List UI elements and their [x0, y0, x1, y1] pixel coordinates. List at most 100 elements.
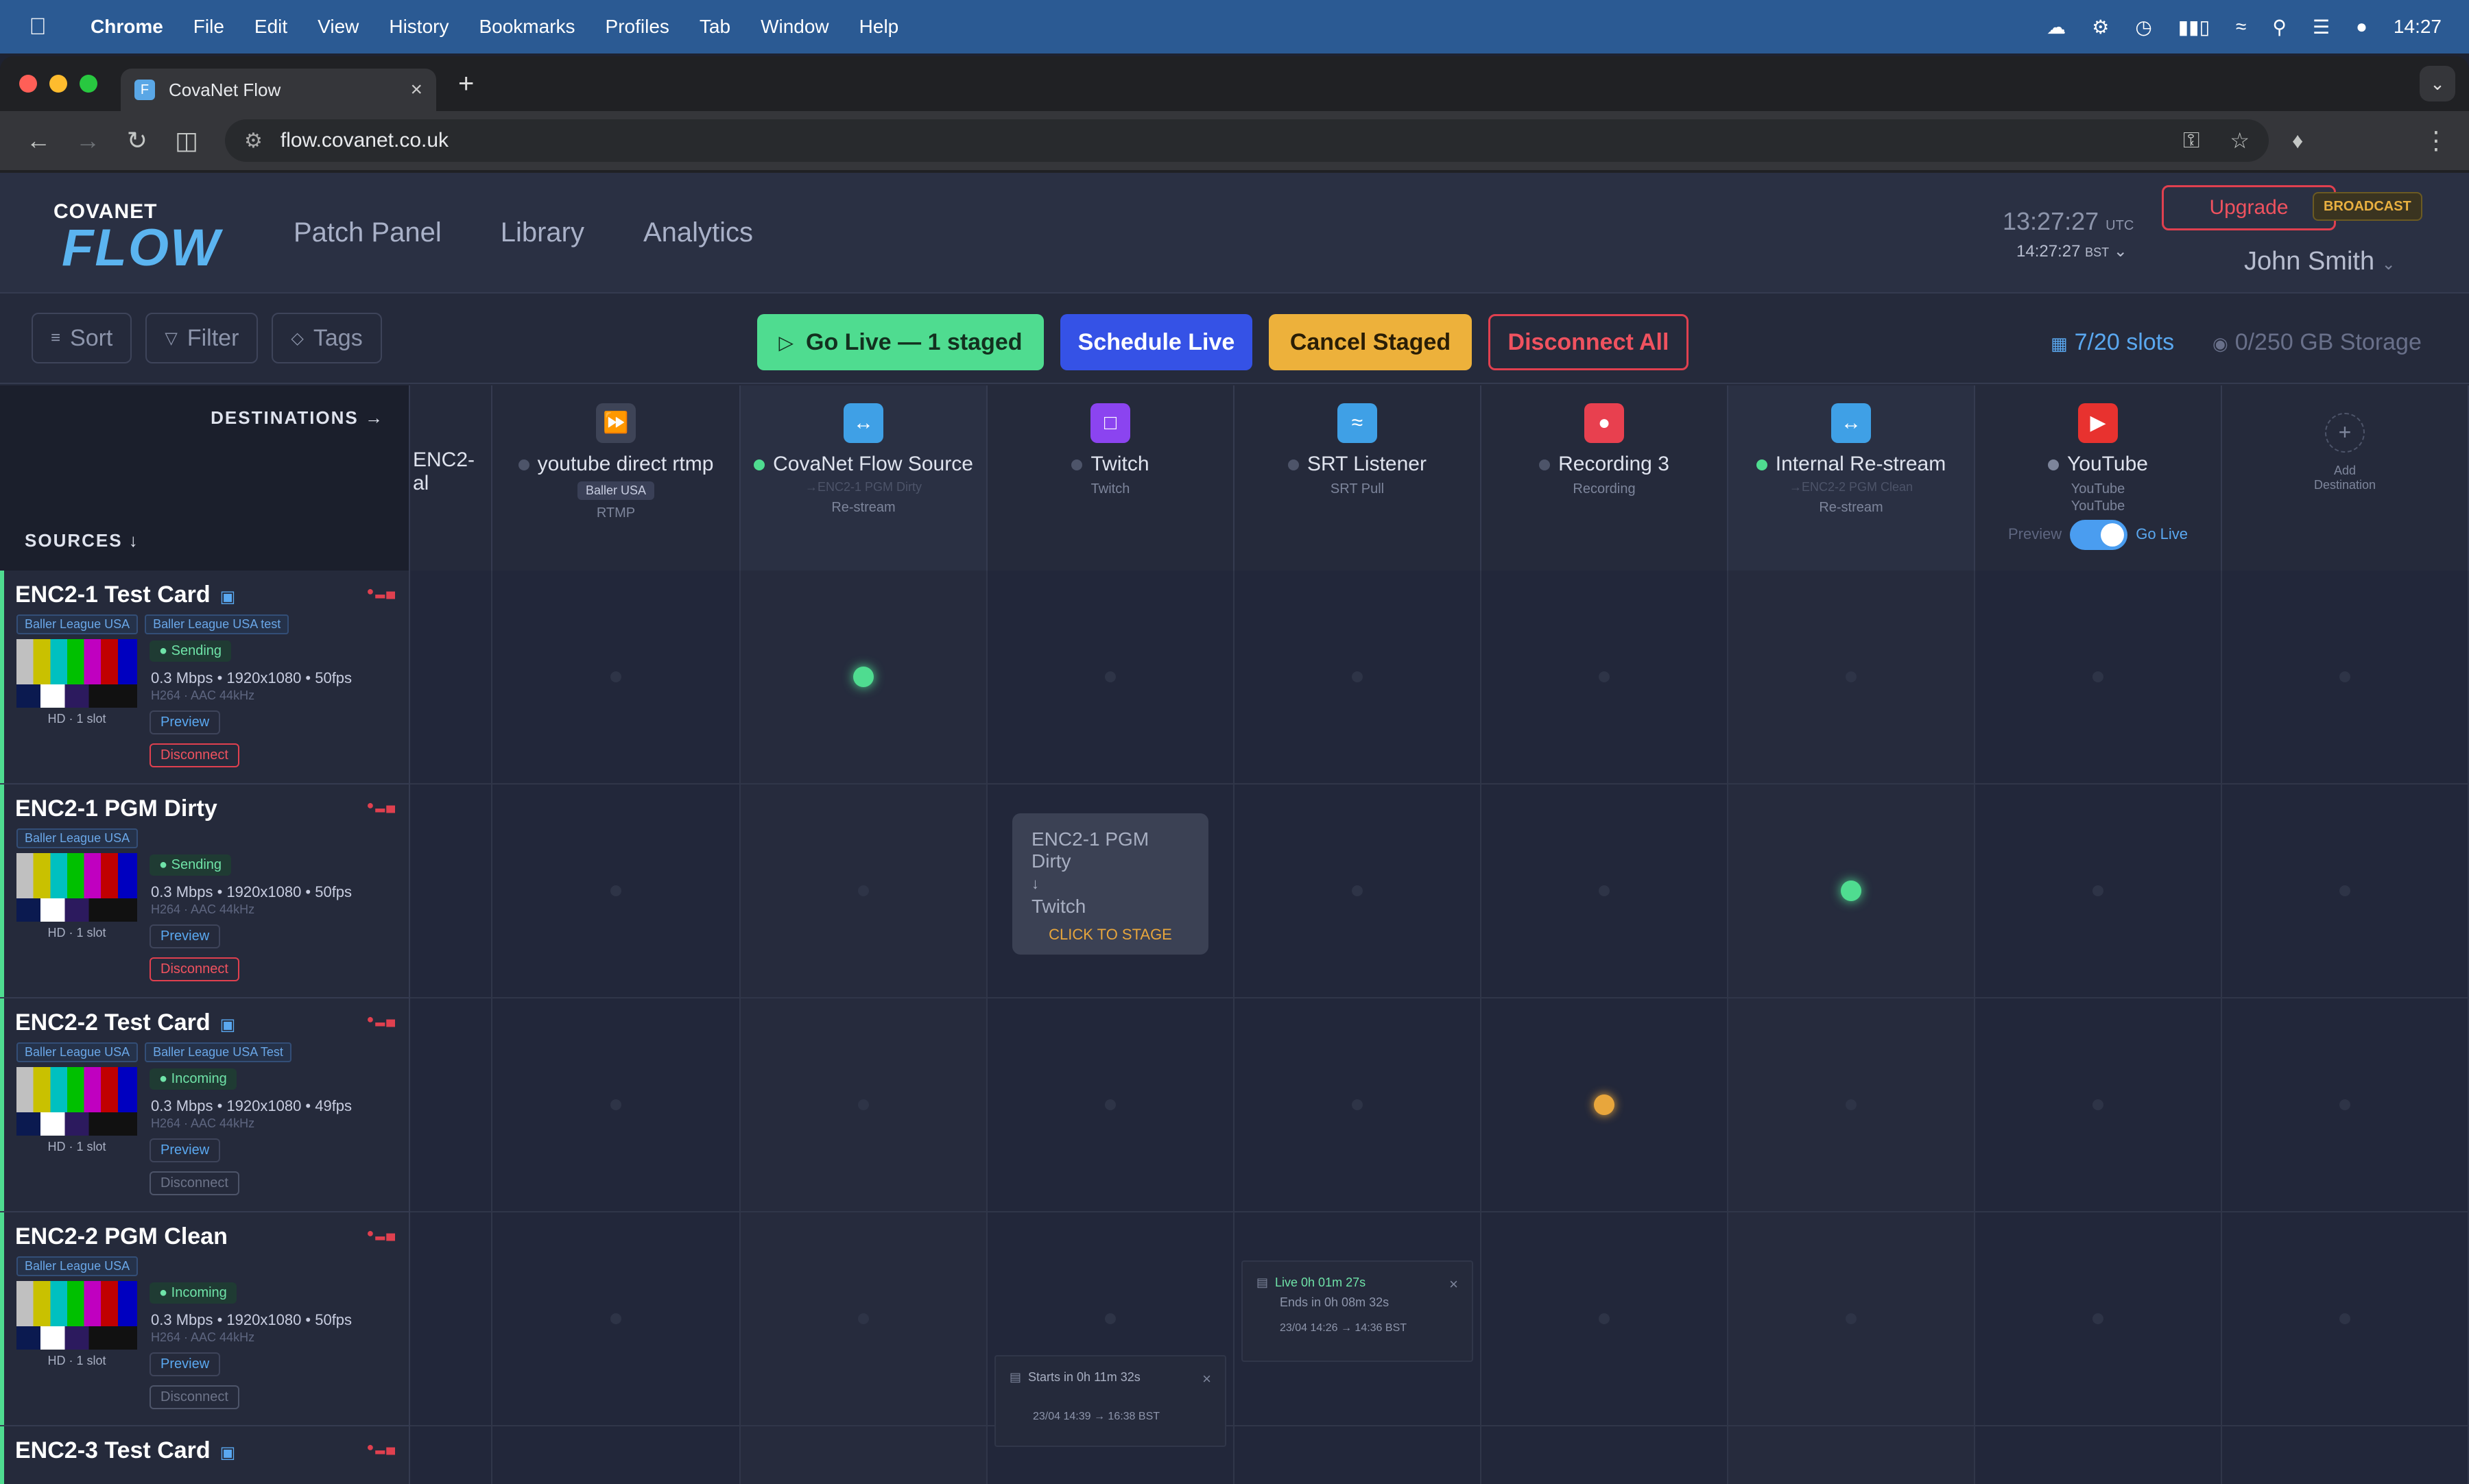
- preview-button[interactable]: Preview: [150, 1352, 221, 1376]
- disconnect-button[interactable]: Disconnect: [150, 743, 239, 767]
- covanet-flow-logo[interactable]: COVANET FLOW: [53, 195, 232, 277]
- maximize-window-button[interactable]: [80, 75, 97, 93]
- route-empty-dot[interactable]: [858, 1313, 869, 1324]
- browser-tab-active[interactable]: F CovaNet Flow ×: [121, 69, 436, 111]
- add-destination-column[interactable]: + Add Destination: [2222, 385, 2469, 571]
- route-empty-dot[interactable]: [2092, 1099, 2103, 1110]
- new-tab-icon[interactable]: +: [458, 69, 474, 99]
- go-live-button[interactable]: ▷ Go Live — 1 staged: [757, 314, 1044, 370]
- route-cell[interactable]: [1481, 1426, 1728, 1484]
- destination-column-1[interactable]: ⏩ youtube direct rtmp Baller USA RTMP: [492, 385, 741, 571]
- timezone-chevron-icon[interactable]: ⌄: [2114, 242, 2127, 261]
- route-empty-dot[interactable]: [858, 1099, 869, 1110]
- source-name[interactable]: ENC2-2 PGM Clean: [15, 1223, 228, 1250]
- close-tab-icon[interactable]: ×: [410, 78, 422, 101]
- site-info-icon[interactable]: ⚙: [244, 129, 263, 153]
- route-cell[interactable]: [1234, 785, 1481, 998]
- route-cell[interactable]: [741, 998, 988, 1212]
- route-empty-dot[interactable]: [1105, 1313, 1116, 1324]
- route-cell[interactable]: [410, 1426, 492, 1484]
- schedule-card-upcoming[interactable]: ▤ Starts in 0h 11m 32s 23/04 14:39 → 16:3…: [994, 1355, 1226, 1447]
- route-empty-dot[interactable]: [1352, 671, 1363, 682]
- route-empty-dot[interactable]: [2092, 1313, 2103, 1324]
- destination-column-5[interactable]: ● Recording 3 Recording: [1481, 385, 1728, 571]
- nav-analytics[interactable]: Analytics: [643, 217, 753, 248]
- address-bar[interactable]: ⚙ flow.covanet.co.uk ⚿ ☆: [225, 119, 2269, 162]
- source-thumbnail[interactable]: [16, 853, 137, 922]
- route-cell[interactable]: [492, 1426, 741, 1484]
- menu-help[interactable]: Help: [844, 16, 914, 38]
- disconnect-all-button[interactable]: Disconnect All: [1488, 314, 1689, 370]
- sort-button[interactable]: ≡ Sort: [32, 313, 132, 363]
- route-empty-dot[interactable]: [2339, 1313, 2350, 1324]
- route-empty-dot[interactable]: [1846, 1099, 1857, 1110]
- schedule-card-live[interactable]: ▤ Live 0h 01m 27s Ends in 0h 08m 32s 23/0…: [1241, 1260, 1473, 1362]
- tab-search-chevron-icon[interactable]: ⌄: [2420, 66, 2455, 101]
- route-cell[interactable]: [492, 1212, 741, 1426]
- spotlight-search-icon[interactable]: ⚲: [2272, 16, 2287, 38]
- menu-window[interactable]: Window: [746, 16, 844, 38]
- apple-icon[interactable]: : [0, 14, 75, 40]
- filter-button[interactable]: ▽ Filter: [145, 313, 259, 363]
- source-tag[interactable]: Baller League USA test: [145, 614, 289, 634]
- source-thumbnail[interactable]: [16, 1281, 137, 1350]
- route-cell[interactable]: [492, 998, 741, 1212]
- source-name[interactable]: ENC2-1 PGM Dirty: [15, 795, 217, 822]
- go-live-toggle[interactable]: [2070, 520, 2128, 550]
- source-thumbnail[interactable]: [16, 639, 137, 708]
- source-name[interactable]: ENC2-3 Test Card ▣: [15, 1437, 235, 1464]
- nav-patch-panel[interactable]: Patch Panel: [294, 217, 442, 248]
- route-cell[interactable]: [1975, 571, 2222, 785]
- route-cell[interactable]: [988, 571, 1234, 785]
- route-cell[interactable]: [1728, 1426, 1975, 1484]
- upgrade-button[interactable]: Upgrade: [2162, 185, 2336, 230]
- control-center-icon[interactable]: ☰: [2313, 16, 2330, 38]
- route-empty-dot[interactable]: [2339, 1099, 2350, 1110]
- destination-column-4[interactable]: ≈ SRT Listener SRT Pull: [1234, 385, 1481, 571]
- minimize-window-button[interactable]: [49, 75, 67, 93]
- destination-column-2[interactable]: ↔ CovaNet Flow Source →ENC2-1 PGM Dirty Re-…: [741, 385, 988, 571]
- route-cell[interactable]: [1728, 571, 1975, 785]
- source-thumbnail[interactable]: [16, 1067, 137, 1136]
- menu-edit[interactable]: Edit: [239, 16, 302, 38]
- nav-library[interactable]: Library: [501, 217, 584, 248]
- route-empty-dot[interactable]: [2339, 885, 2350, 896]
- route-cell[interactable]: [410, 571, 492, 785]
- preview-button[interactable]: Preview: [150, 710, 221, 734]
- schedule-live-button[interactable]: Schedule Live: [1060, 314, 1252, 370]
- route-cell[interactable]: [1728, 998, 1975, 1212]
- monitor-icon[interactable]: ▣: [220, 1444, 236, 1462]
- preview-button[interactable]: Preview: [150, 1138, 221, 1162]
- route-cell[interactable]: [2222, 1212, 2469, 1426]
- route-cell[interactable]: [492, 785, 741, 998]
- monitor-icon[interactable]: ▣: [220, 588, 236, 606]
- route-cell[interactable]: [741, 785, 988, 998]
- add-icon[interactable]: +: [2325, 413, 2365, 453]
- menu-file[interactable]: File: [178, 16, 239, 38]
- route-empty-dot[interactable]: [1105, 1099, 1116, 1110]
- source-name[interactable]: ENC2-2 Test Card ▣: [15, 1009, 235, 1036]
- route-cell[interactable]: [1481, 1212, 1728, 1426]
- source-tag[interactable]: Baller League USA: [16, 828, 139, 848]
- destination-column-3[interactable]: □ Twitch Twitch: [988, 385, 1234, 571]
- menu-view[interactable]: View: [302, 16, 374, 38]
- route-cell[interactable]: [492, 571, 741, 785]
- disconnect-button[interactable]: Disconnect: [150, 1171, 239, 1195]
- cloud-sync-icon[interactable]: ☁: [2047, 16, 2066, 38]
- settings-gear-icon[interactable]: ⚙: [2092, 16, 2109, 38]
- battery-icon[interactable]: ▮▮▯: [2178, 16, 2210, 38]
- tags-button[interactable]: ◇ Tags: [272, 313, 382, 363]
- route-cell[interactable]: [741, 571, 988, 785]
- route-cell[interactable]: [410, 998, 492, 1212]
- route-empty-dot[interactable]: [858, 885, 869, 896]
- route-cell[interactable]: [2222, 785, 2469, 998]
- password-key-icon[interactable]: ⚿: [2183, 128, 2199, 154]
- route-empty-dot[interactable]: [1352, 1099, 1363, 1110]
- route-empty-dot[interactable]: [1599, 671, 1610, 682]
- stage-tooltip[interactable]: ENC2-1 PGM Dirty ↓ Twitch CLICK TO STAGE: [1012, 813, 1208, 955]
- route-cell[interactable]: [988, 998, 1234, 1212]
- route-empty-dot[interactable]: [1846, 671, 1857, 682]
- route-empty-dot[interactable]: [2092, 885, 2103, 896]
- destination-column-7[interactable]: ▶ YouTube YouTube YouTube Preview Go Live: [1975, 385, 2222, 571]
- route-cell[interactable]: [1234, 1426, 1481, 1484]
